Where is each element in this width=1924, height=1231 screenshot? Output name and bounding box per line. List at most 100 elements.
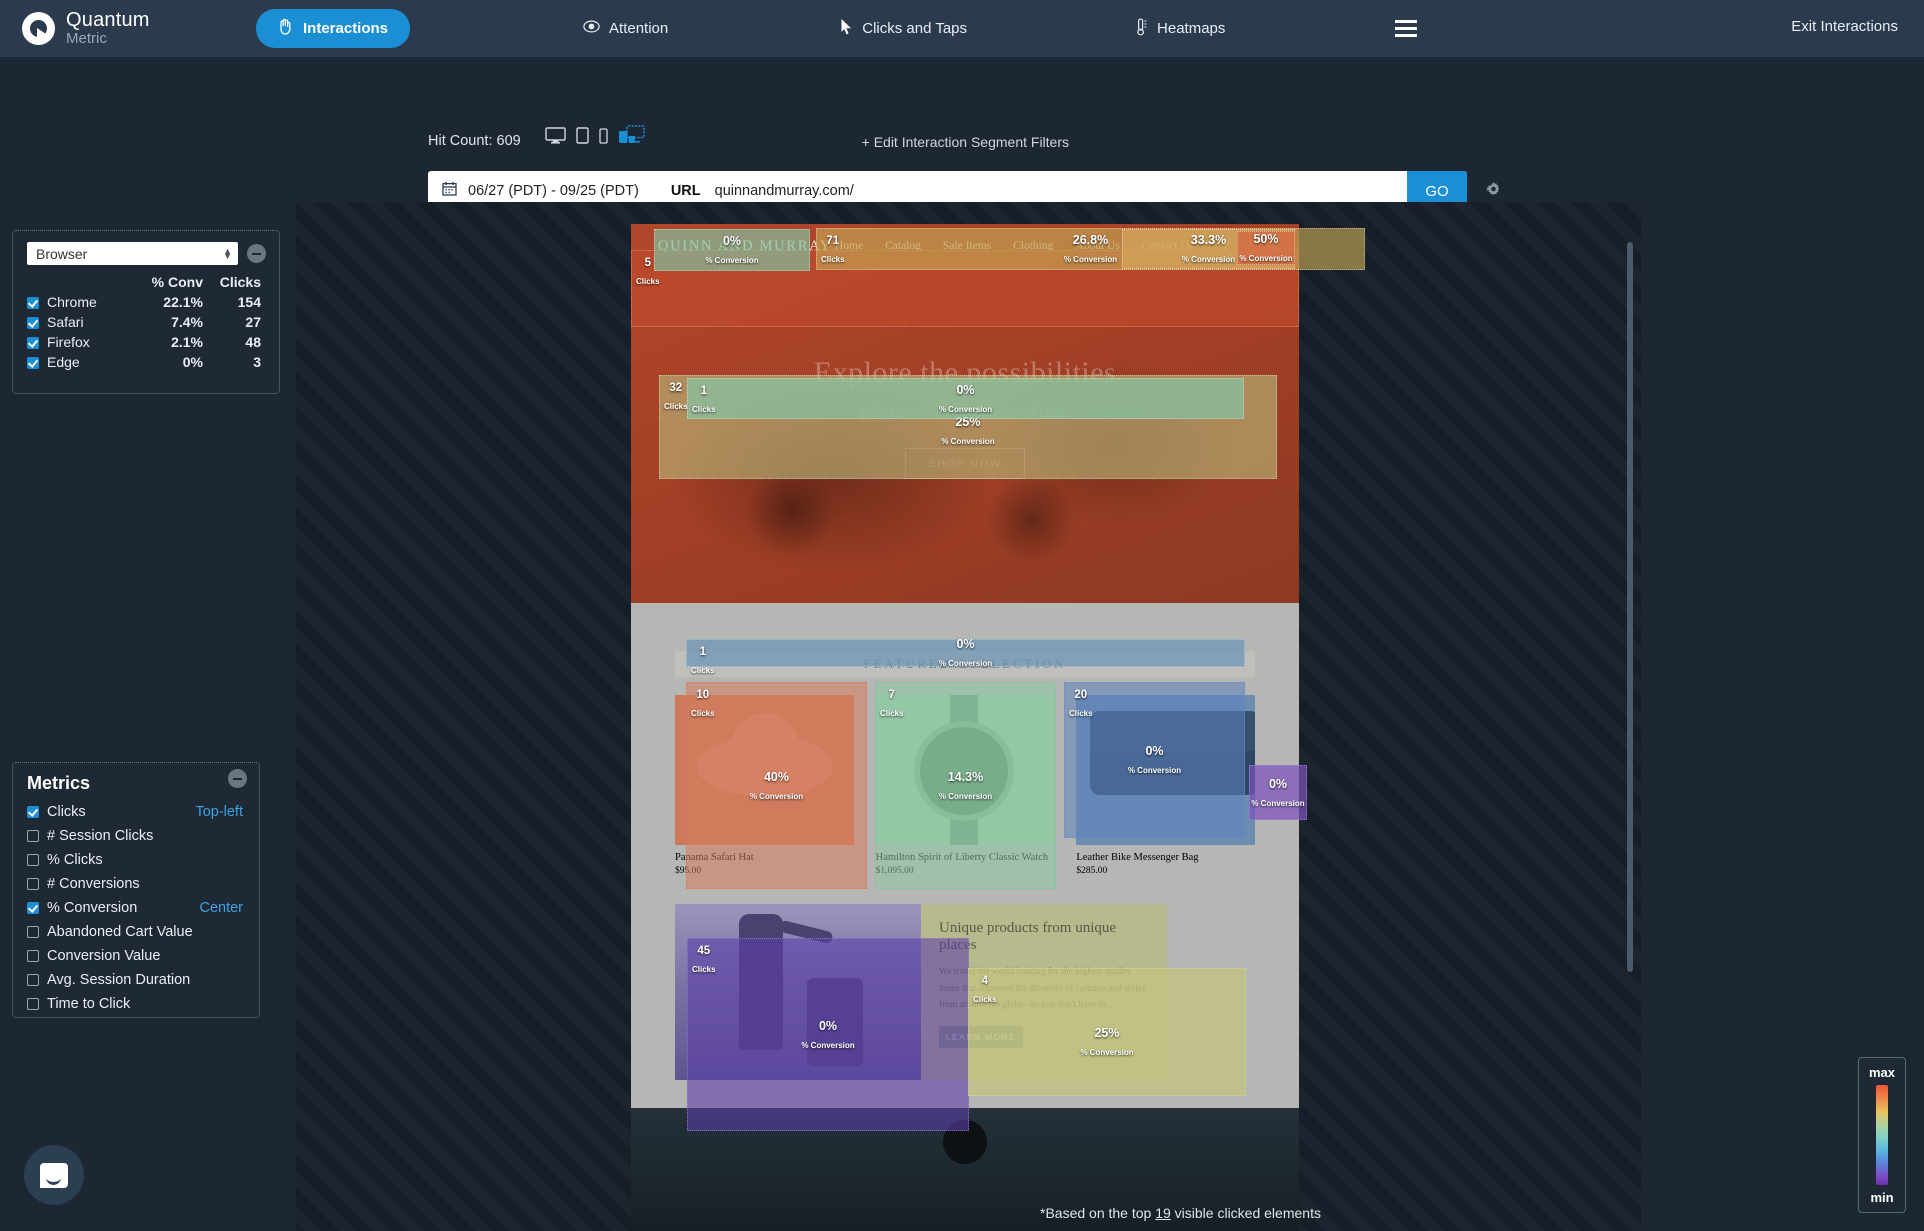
brand-logo-group: Quantum Metric — [22, 10, 232, 47]
metric-checkbox-clicks[interactable] — [27, 806, 39, 818]
metric-row-abandoned-cart-value[interactable]: Abandoned Cart Value — [13, 920, 259, 944]
tablet-device-icon[interactable] — [576, 127, 589, 149]
browser-checkbox-chrome[interactable] — [27, 297, 39, 309]
heatmap-conversion-badge: 14.3%% Conversion — [939, 768, 992, 804]
canvas-scrollbar[interactable] — [1627, 242, 1633, 972]
metric-row-pct-clicks[interactable]: % Clicks — [13, 848, 259, 872]
metric-label: Abandoned Cart Value — [47, 924, 193, 940]
metric-label: % Conversion — [47, 900, 137, 916]
heatmap-region-product-bag[interactable]: 20Clicks 0%% Conversion — [1064, 682, 1245, 838]
tab-clicks-and-taps[interactable]: Clicks and Taps — [840, 18, 967, 39]
metric-row-conversion-value[interactable]: Conversion Value — [13, 944, 259, 968]
hit-count-label: Hit Count: 609 — [428, 133, 521, 149]
metric-label: Clicks — [47, 804, 86, 820]
browser-name: Safari — [47, 314, 84, 330]
all-devices-icon[interactable] — [618, 125, 645, 149]
collapse-browser-panel-button[interactable] — [247, 244, 266, 263]
tab-attention[interactable]: Attention — [583, 20, 668, 37]
url-input[interactable]: quinnandmurray.com/ — [715, 183, 1407, 199]
brand-name-line1: Quantum — [66, 10, 150, 31]
heatmap-region-product-next[interactable]: 0%% Conversion — [1249, 765, 1307, 820]
browser-conv: 22.1% — [131, 292, 203, 312]
heatmap-region-cart-icon[interactable]: 50%% Conversion — [1237, 231, 1295, 265]
segment-dimension-select[interactable]: Browser ▲▼ — [27, 242, 238, 265]
metric-checkbox-conversions[interactable] — [27, 878, 39, 890]
browser-conv: 2.1% — [131, 332, 203, 352]
metric-row-avg-session-duration[interactable]: Avg. Session Duration — [13, 968, 259, 992]
heatmap-clicks-badge: 7Clicks — [880, 685, 904, 721]
metric-checkbox-pct-conversion[interactable] — [27, 902, 39, 914]
col-clicks: Clicks — [203, 272, 279, 292]
exit-interactions-button[interactable]: Exit Interactions — [1791, 18, 1898, 35]
metric-checkbox-avg-session-duration[interactable] — [27, 974, 39, 986]
metric-checkbox-abandoned-cart-value[interactable] — [27, 926, 39, 938]
tab-interactions[interactable]: Interactions — [256, 9, 410, 48]
quantum-metric-logo-icon — [22, 12, 55, 45]
metric-checkbox-time-to-click[interactable] — [27, 998, 39, 1010]
legend-min-label: min — [1870, 1190, 1893, 1205]
metric-row-session-clicks[interactable]: # Session Clicks — [13, 824, 259, 848]
eye-icon — [583, 20, 600, 37]
heatmap-region-logo[interactable]: 0%% Conversion — [654, 229, 810, 271]
heatmap-clicks-badge: 1Clicks — [692, 381, 716, 417]
top-navigation-bar: Quantum Metric Interactions Attention Cl… — [0, 0, 1924, 57]
metric-checkbox-session-clicks[interactable] — [27, 830, 39, 842]
mobile-device-icon[interactable] — [599, 128, 608, 149]
tab-clicks-and-taps-label: Clicks and Taps — [862, 20, 967, 37]
heatmap-region-featured-band[interactable]: 1Clicks 0%% Conversion — [686, 639, 1245, 667]
col-conv: % Conv — [131, 272, 203, 292]
metric-position[interactable]: Top-left — [195, 804, 243, 820]
heatmap-clicks-badge: 71Clicks — [821, 231, 845, 267]
table-row: Edge 0% 3 — [13, 352, 279, 372]
collapse-metrics-panel-button[interactable] — [228, 769, 247, 788]
browser-conv: 0% — [131, 352, 203, 372]
browser-segment-panel: Browser ▲▼ % Conv Clicks Chrome 22.1% 15… — [12, 230, 280, 394]
edit-interaction-segment-filters-link[interactable]: + Edit Interaction Segment Filters — [862, 134, 1069, 150]
footnote-prefix: *Based on the top — [1040, 1205, 1155, 1221]
tab-heatmaps-label: Heatmaps — [1157, 20, 1225, 37]
metric-label: # Conversions — [47, 876, 140, 892]
browser-checkbox-edge[interactable] — [27, 357, 39, 369]
metric-row-time-to-click[interactable]: Time to Click — [13, 992, 259, 1016]
metric-row-clicks[interactable]: Clicks Top-left — [13, 800, 259, 824]
metric-position[interactable]: Center — [199, 900, 243, 916]
browser-checkbox-safari[interactable] — [27, 317, 39, 329]
heatmap-clicks-badge: 1Clicks — [691, 642, 715, 678]
desktop-device-icon[interactable] — [545, 127, 566, 149]
table-row: Safari 7.4% 27 — [13, 312, 279, 332]
heatmap-region-hero-title[interactable]: 1Clicks 0%% Conversion — [687, 378, 1244, 419]
footnote-count: 19 — [1155, 1205, 1171, 1221]
browser-clicks: 3 — [203, 352, 279, 372]
heatmap-clicks-badge: 4Clicks — [973, 971, 997, 1007]
browser-checkbox-firefox[interactable] — [27, 337, 39, 349]
hamburger-icon[interactable] — [1395, 20, 1417, 37]
tab-heatmaps[interactable]: Heatmaps — [1135, 18, 1225, 40]
heatmap-conversion-badge: 0%% Conversion — [1251, 775, 1304, 811]
heatmap-region-traveler[interactable]: 45Clicks 0%% Conversion — [687, 938, 969, 1131]
footnote-suffix: visible clicked elements — [1171, 1205, 1321, 1221]
metric-row-pct-conversion[interactable]: % Conversion Center — [13, 896, 259, 920]
browser-conv: 7.4% — [131, 312, 203, 332]
table-row: Firefox 2.1% 48 — [13, 332, 279, 352]
product-name: Leather Bike Messenger Bag — [1076, 852, 1255, 863]
intercom-chat-icon[interactable] — [24, 1145, 84, 1205]
heatmap-conversion-badge: 33.3%% Conversion — [1182, 231, 1235, 267]
legend-max-label: max — [1869, 1065, 1895, 1080]
heatmap-region-product-hat[interactable]: 10Clicks 40%% Conversion — [686, 682, 867, 889]
heatmap-conversion-badge: 0%% Conversion — [939, 635, 992, 671]
browser-clicks: 154 — [203, 292, 279, 312]
metric-row-conversions[interactable]: # Conversions — [13, 872, 259, 896]
metric-checkbox-conversion-value[interactable] — [27, 950, 39, 962]
heatmap-region-promo-block[interactable]: 4Clicks 25%% Conversion — [968, 968, 1246, 1096]
gear-icon[interactable] — [1486, 182, 1501, 202]
metric-label: # Session Clicks — [47, 828, 153, 844]
date-range-value[interactable]: 06/27 (PDT) - 09/25 (PDT) — [468, 183, 639, 199]
heatmap-conversion-badge: 0%% Conversion — [801, 1017, 854, 1053]
calendar-icon[interactable] — [442, 181, 457, 201]
metrics-panel: Metrics Clicks Top-left # Session Clicks… — [12, 762, 260, 1018]
tab-attention-label: Attention — [609, 20, 668, 37]
thermometer-icon — [1135, 18, 1148, 40]
col-blank — [13, 272, 131, 292]
heatmap-region-product-watch[interactable]: 7Clicks 14.3%% Conversion — [875, 682, 1056, 889]
metric-checkbox-pct-clicks[interactable] — [27, 854, 39, 866]
